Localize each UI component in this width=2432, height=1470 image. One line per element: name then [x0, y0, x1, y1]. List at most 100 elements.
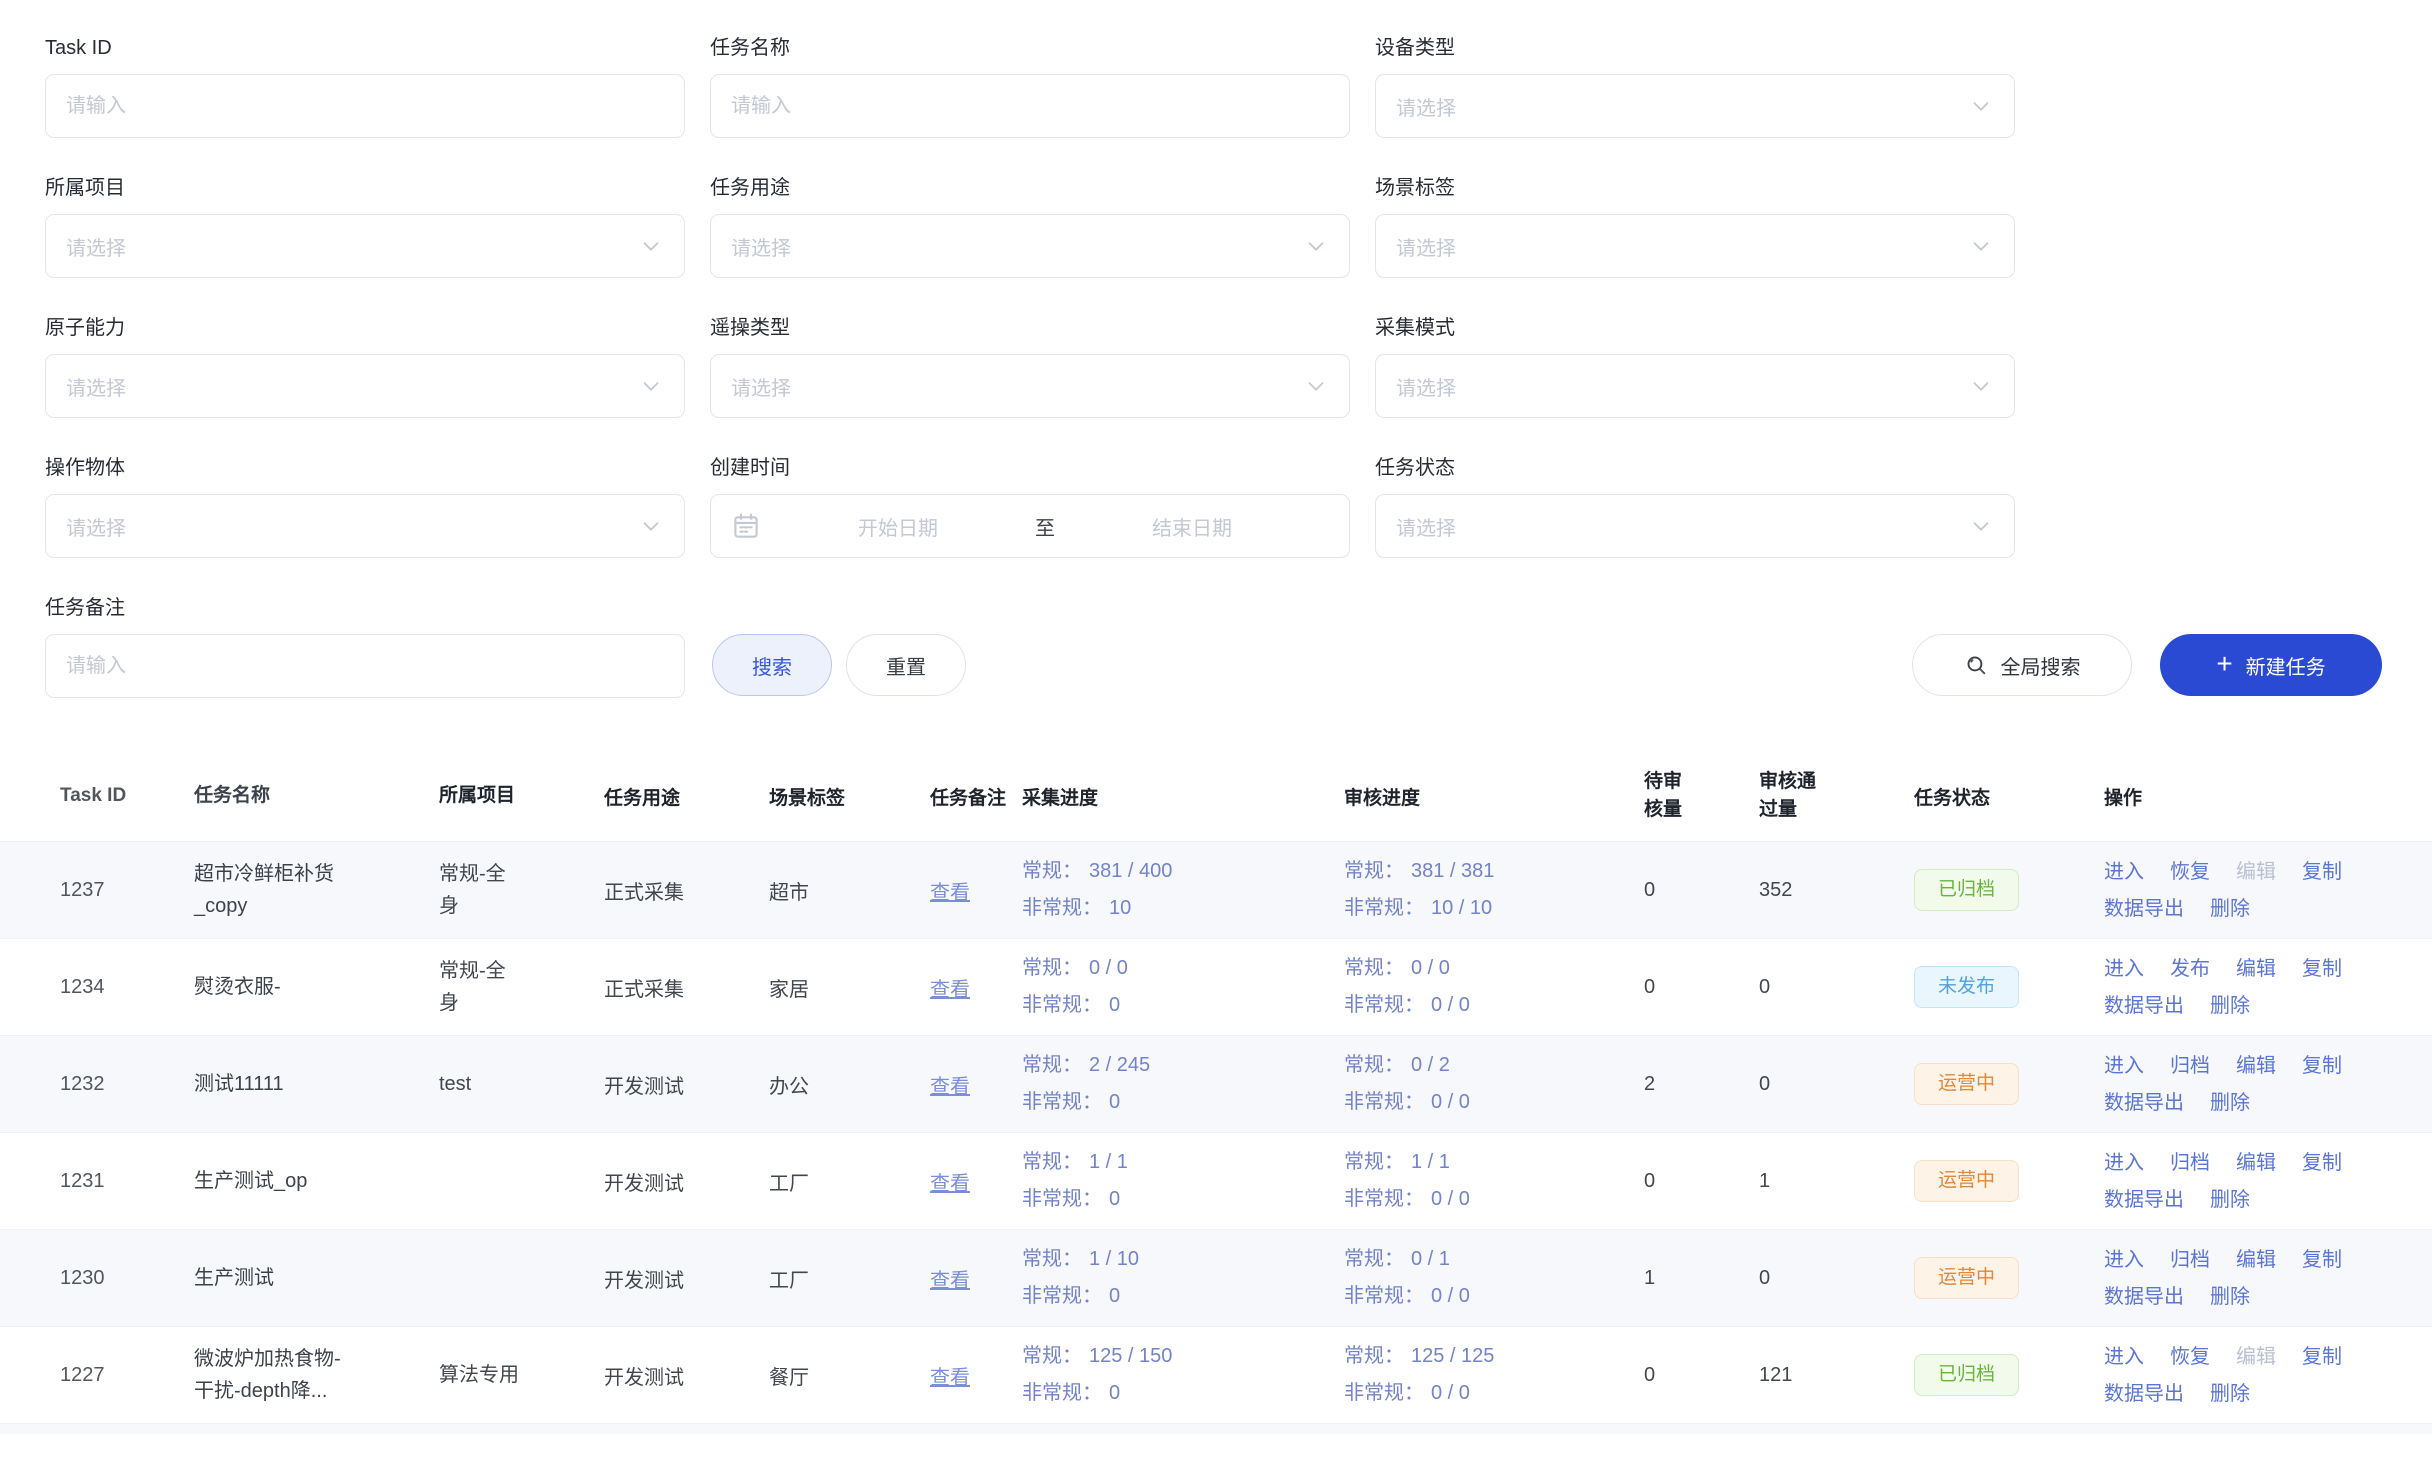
- progress-line: 常规：1 / 10: [1022, 1241, 1314, 1278]
- note-view-link[interactable]: 查看: [930, 979, 970, 1001]
- action-link-edit[interactable]: 编辑: [2236, 956, 2276, 982]
- action-link-edit[interactable]: 编辑: [2236, 1247, 2276, 1273]
- task-id-input[interactable]: [46, 95, 684, 118]
- action-link-delete[interactable]: 删除: [2210, 993, 2250, 1019]
- task-note-input[interactable]: [46, 655, 684, 678]
- note-view-link[interactable]: 查看: [930, 1173, 970, 1195]
- create-time-range-picker[interactable]: 开始日期 至 结束日期: [710, 494, 1350, 558]
- progress-line: 非常规：0 / 0: [1344, 1278, 1614, 1315]
- search-button[interactable]: 搜索: [712, 634, 832, 696]
- action-link-archive[interactable]: 归档: [2170, 1150, 2210, 1176]
- action-link-publish[interactable]: 发布: [2170, 956, 2210, 982]
- chevron-down-icon: [640, 515, 662, 537]
- action-link-enter[interactable]: 进入: [2104, 956, 2144, 982]
- note-view-link[interactable]: 查看: [930, 1367, 970, 1389]
- progress-line: 非常规：0: [1022, 1278, 1314, 1315]
- global-search-label: 全局搜索: [2001, 651, 2081, 680]
- end-date-placeholder[interactable]: 结束日期: [1055, 512, 1329, 541]
- field-label: 操作物体: [45, 454, 685, 482]
- cell-task-name: 熨烫衣服-: [180, 971, 425, 1003]
- filter-field-collect-mode: 采集模式 请选择: [1375, 314, 2015, 418]
- action-link-enter[interactable]: 进入: [2104, 859, 2144, 885]
- action-link-edit[interactable]: 编辑: [2236, 1053, 2276, 1079]
- cell-project: 算法专用: [425, 1359, 590, 1391]
- cell-task-name: 生产测试_op: [180, 1165, 425, 1197]
- status-tag: 运营中: [1914, 1257, 2019, 1300]
- action-link-restore[interactable]: 恢复: [2170, 1344, 2210, 1370]
- select-placeholder: 请选择: [711, 372, 1305, 401]
- cell-scene-tag: 超市: [755, 876, 905, 905]
- filter-field-task-status: 任务状态 请选择: [1375, 454, 2015, 558]
- action-link-enter[interactable]: 进入: [2104, 1247, 2144, 1273]
- select-placeholder: 请选择: [1376, 92, 1970, 121]
- task-status-select[interactable]: 请选择: [1375, 494, 2015, 558]
- calendar-icon: [731, 511, 761, 541]
- action-link-enter[interactable]: 进入: [2104, 1053, 2144, 1079]
- action-link-delete[interactable]: 删除: [2210, 1381, 2250, 1407]
- purpose-select[interactable]: 请选择: [710, 214, 1350, 278]
- cell-actions: 进入恢复编辑复制数据导出删除: [2090, 1344, 2432, 1407]
- atomic-capability-select[interactable]: 请选择: [45, 354, 685, 418]
- action-link-delete[interactable]: 删除: [2210, 1187, 2250, 1213]
- cell-task-status: 运营中: [1900, 1160, 2090, 1203]
- collect-mode-select[interactable]: 请选择: [1375, 354, 2015, 418]
- filter-field-operate-object: 操作物体 请选择: [45, 454, 685, 558]
- global-search-button[interactable]: 全局搜索: [1912, 634, 2132, 696]
- create-task-button[interactable]: + 新建任务: [2160, 634, 2382, 696]
- table-row: 1230 生产测试 开发测试 工厂 查看 常规：1 / 10非常规：0 常规：0…: [0, 1229, 2432, 1326]
- action-link-copy[interactable]: 复制: [2302, 859, 2342, 885]
- cell-actions: 进入归档编辑复制数据导出删除: [2090, 1053, 2432, 1116]
- action-link-enter[interactable]: 进入: [2104, 1150, 2144, 1176]
- progress-line: 非常规：0 / 0: [1344, 1084, 1614, 1121]
- cell-collect-progress: 常规：125 / 150非常规：0: [1008, 1338, 1330, 1412]
- action-link-enter[interactable]: 进入: [2104, 1344, 2144, 1370]
- action-link-edit[interactable]: 编辑: [2236, 1150, 2276, 1176]
- col-header-actions: 操作: [2090, 783, 2432, 810]
- action-link-export[interactable]: 数据导出: [2104, 1284, 2184, 1310]
- teleop-type-select[interactable]: 请选择: [710, 354, 1350, 418]
- action-link-restore[interactable]: 恢复: [2170, 859, 2210, 885]
- progress-line: 非常规：0: [1022, 1181, 1314, 1218]
- col-header-task-status: 任务状态: [1900, 783, 2090, 810]
- filter-field-create-time: 创建时间 开始日期 至 结束日期: [710, 454, 1350, 558]
- select-placeholder: 请选择: [711, 232, 1305, 261]
- action-link-delete[interactable]: 删除: [2210, 896, 2250, 922]
- task-name-input[interactable]: [711, 95, 1349, 118]
- project-select[interactable]: 请选择: [45, 214, 685, 278]
- cell-review-progress: 常规：0 / 0非常规：0 / 0: [1330, 950, 1630, 1024]
- progress-line: 非常规：0: [1022, 987, 1314, 1024]
- toolbar: 任务备注 搜索 重置 全局搜索 + 新建任务: [45, 594, 2382, 698]
- col-header-review-passed: 审核通过量: [1745, 768, 1900, 825]
- note-view-link[interactable]: 查看: [930, 1270, 970, 1292]
- action-link-export[interactable]: 数据导出: [2104, 896, 2184, 922]
- cell-actions: 进入恢复编辑复制数据导出删除: [2090, 859, 2432, 922]
- date-range-separator: 至: [1035, 512, 1055, 541]
- action-link-export[interactable]: 数据导出: [2104, 993, 2184, 1019]
- cell-collect-progress: 常规：1 / 10非常规：0: [1008, 1241, 1330, 1315]
- action-link-copy[interactable]: 复制: [2302, 1053, 2342, 1079]
- action-link-archive[interactable]: 归档: [2170, 1247, 2210, 1273]
- action-link-export[interactable]: 数据导出: [2104, 1090, 2184, 1116]
- cell-task-note: 查看: [905, 973, 1008, 1002]
- action-link-archive[interactable]: 归档: [2170, 1053, 2210, 1079]
- start-date-placeholder[interactable]: 开始日期: [761, 512, 1035, 541]
- action-link-copy[interactable]: 复制: [2302, 956, 2342, 982]
- cell-scene-tag: 餐厅: [755, 1361, 905, 1390]
- note-view-link[interactable]: 查看: [930, 1076, 970, 1098]
- operate-object-select[interactable]: 请选择: [45, 494, 685, 558]
- action-link-delete[interactable]: 删除: [2210, 1090, 2250, 1116]
- device-type-select[interactable]: 请选择: [1375, 74, 2015, 138]
- action-link-export[interactable]: 数据导出: [2104, 1381, 2184, 1407]
- cell-pending-review: 1: [1630, 1267, 1745, 1290]
- action-link-export[interactable]: 数据导出: [2104, 1187, 2184, 1213]
- reset-button[interactable]: 重置: [846, 634, 966, 696]
- note-view-link[interactable]: 查看: [930, 882, 970, 904]
- action-link-copy[interactable]: 复制: [2302, 1247, 2342, 1273]
- action-link-delete[interactable]: 删除: [2210, 1284, 2250, 1310]
- scene-tag-select[interactable]: 请选择: [1375, 214, 2015, 278]
- progress-line: 常规：125 / 150: [1022, 1338, 1314, 1375]
- action-link-copy[interactable]: 复制: [2302, 1150, 2342, 1176]
- status-tag: 运营中: [1914, 1063, 2019, 1106]
- progress-line: 常规：0 / 1: [1344, 1241, 1614, 1278]
- action-link-copy[interactable]: 复制: [2302, 1344, 2342, 1370]
